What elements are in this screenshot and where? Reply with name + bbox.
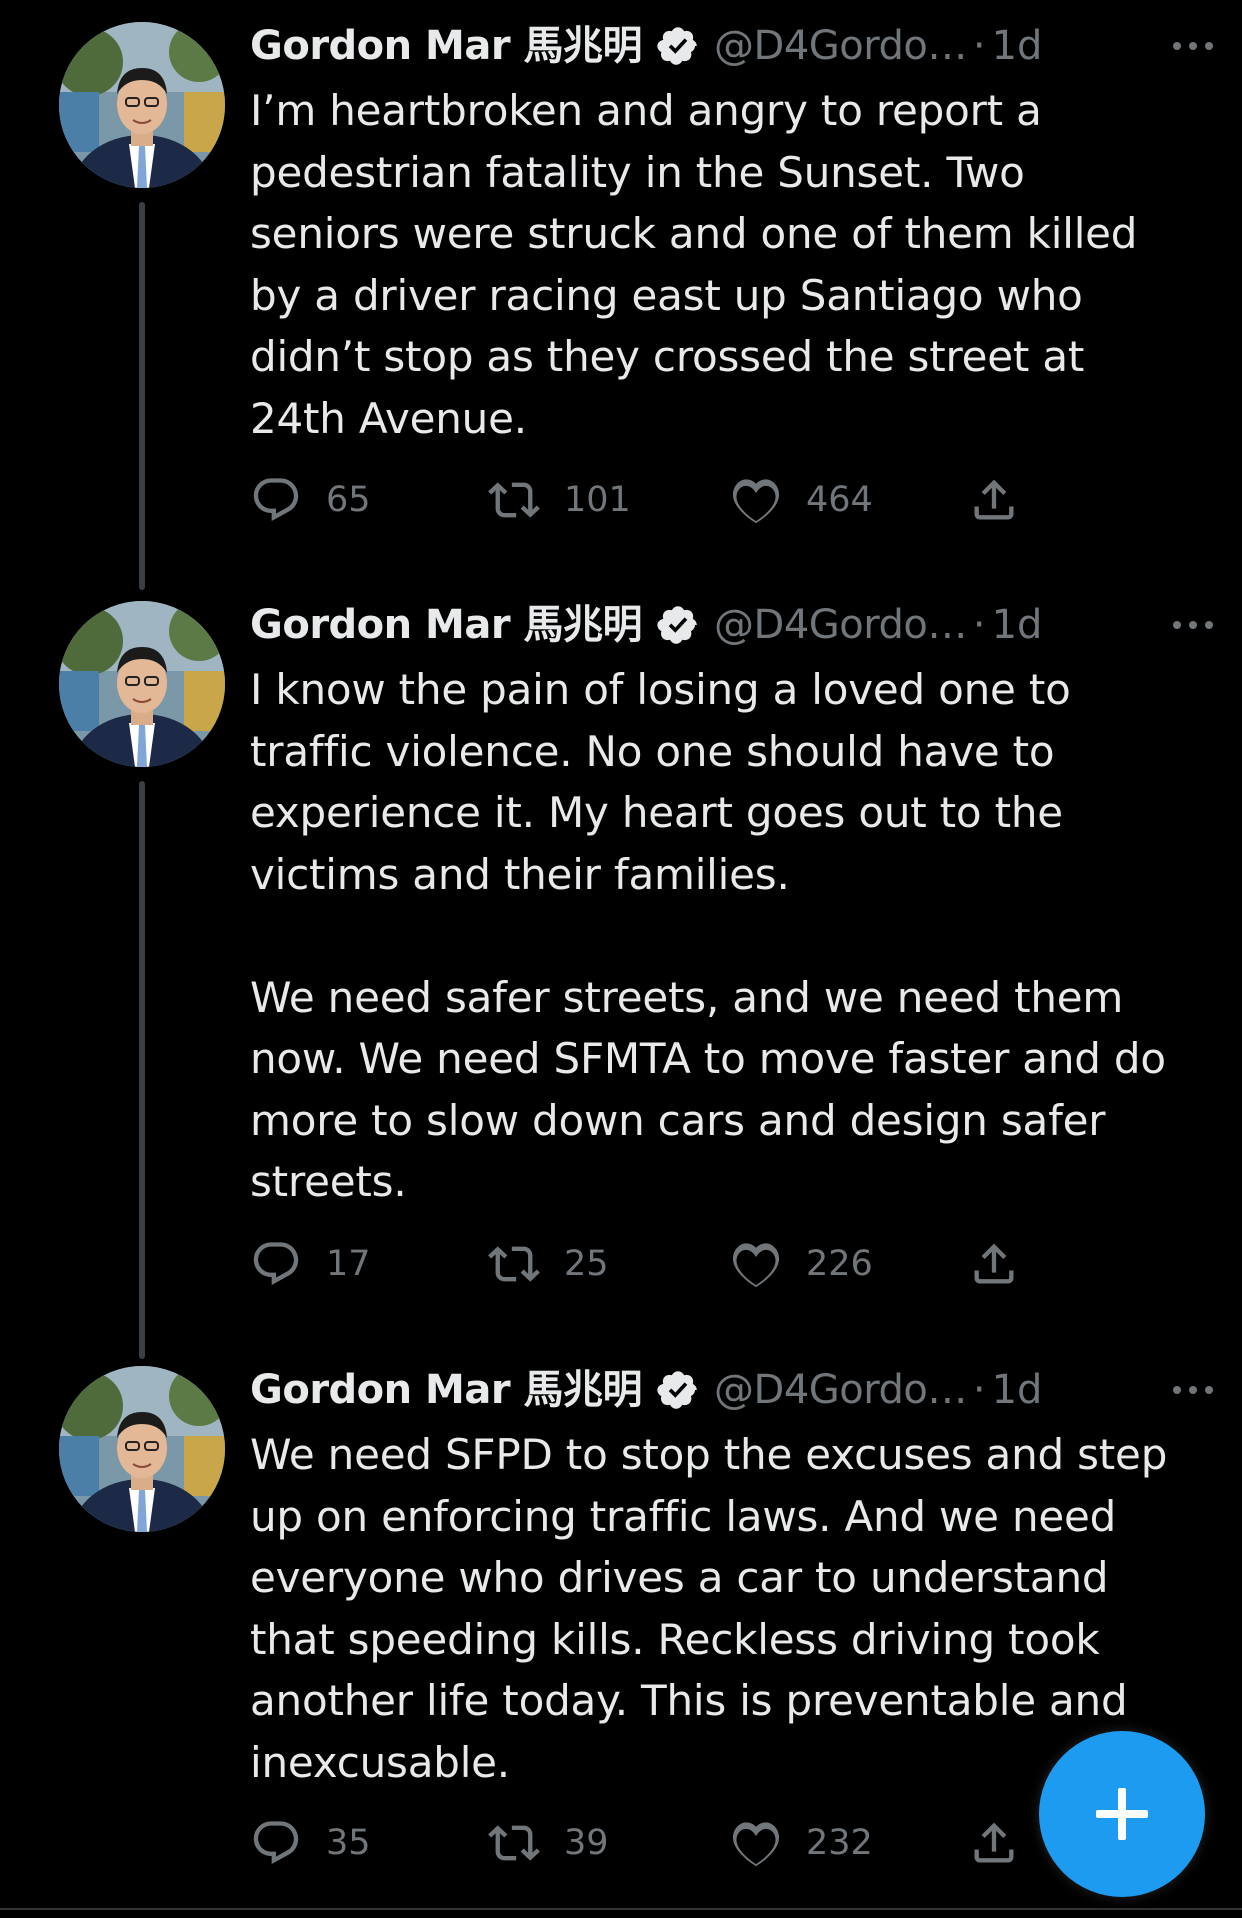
tweet-header: Gordon Mar 馬兆明 @D4Gordo… · 1d	[250, 16, 1222, 76]
reply-count: 65	[326, 480, 371, 520]
like-button[interactable]: 464	[730, 470, 873, 530]
like-count: 232	[806, 1823, 873, 1863]
tweet-actions: 65 101 464	[250, 470, 1070, 530]
reply-bubble-icon	[253, 478, 299, 522]
tweet-timestamp[interactable]: 1d	[992, 16, 1043, 76]
more-dots-icon[interactable]	[1168, 595, 1218, 655]
author-name[interactable]: Gordon Mar 馬兆明	[250, 595, 643, 655]
more-dots-icon[interactable]	[1168, 1360, 1218, 1420]
heart-icon	[732, 1822, 780, 1867]
compose-tweet-button[interactable]	[1039, 1731, 1205, 1897]
tweet-thread: Gordon Mar 馬兆明 @D4Gordo… · 1d I’m heartb…	[0, 0, 1242, 1918]
reply-button[interactable]: 65	[250, 470, 371, 530]
retweet-count: 101	[564, 480, 631, 520]
author-handle[interactable]: @D4Gordo…	[714, 1360, 967, 1420]
plus-icon	[1096, 1788, 1148, 1840]
separator-dot: ·	[972, 23, 986, 69]
separator-dot: ·	[972, 1367, 986, 1413]
share-button[interactable]	[968, 470, 1044, 530]
reply-count: 35	[326, 1823, 371, 1863]
share-upload-icon	[974, 1822, 1014, 1863]
tweet-text: I know the pain of losing a loved one to…	[250, 665, 1166, 1206]
like-button[interactable]: 232	[730, 1813, 873, 1873]
share-upload-icon	[974, 479, 1014, 520]
heart-icon	[732, 479, 780, 524]
reply-button[interactable]: 35	[250, 1813, 371, 1873]
reply-count: 17	[326, 1244, 371, 1284]
tweet-timestamp[interactable]: 1d	[992, 595, 1043, 655]
retweet-button[interactable]: 39	[488, 1813, 609, 1873]
author-name[interactable]: Gordon Mar 馬兆明	[250, 1360, 643, 1420]
retweet-button[interactable]: 101	[488, 470, 631, 530]
author-handle[interactable]: @D4Gordo…	[714, 595, 967, 655]
retweet-count: 39	[564, 1823, 609, 1863]
thread-connector	[139, 202, 145, 590]
tweet-header: Gordon Mar 馬兆明 @D4Gordo… · 1d	[250, 1360, 1222, 1420]
more-dots-icon[interactable]	[1168, 16, 1218, 76]
separator-dot: ·	[972, 602, 986, 648]
reply-button[interactable]: 17	[250, 1234, 371, 1294]
retweet-button[interactable]: 25	[488, 1234, 609, 1294]
author-name[interactable]: Gordon Mar 馬兆明	[250, 16, 643, 76]
avatar[interactable]	[59, 1366, 225, 1532]
thread-connector	[139, 781, 145, 1359]
author-handle[interactable]: @D4Gordo…	[714, 16, 967, 76]
like-count: 464	[806, 480, 873, 520]
share-button[interactable]	[968, 1813, 1044, 1873]
tweet-text: We need SFPD to stop the excuses and ste…	[250, 1430, 1181, 1787]
share-button[interactable]	[968, 1234, 1044, 1294]
verified-badge-icon	[656, 1368, 700, 1412]
tweet-timestamp[interactable]: 1d	[992, 1360, 1043, 1420]
reply-bubble-icon	[253, 1242, 299, 1286]
verified-badge-icon	[656, 603, 700, 647]
retweet-arrows-icon	[488, 1825, 540, 1861]
tweet-actions: 17 25 226	[250, 1234, 1070, 1294]
retweet-count: 25	[564, 1244, 609, 1284]
tweet-text: I’m heartbroken and angry to report a pe…	[250, 86, 1151, 443]
divider	[0, 1908, 1242, 1910]
tweet-actions: 35 39 232	[250, 1813, 1070, 1873]
verified-badge-icon	[656, 24, 700, 68]
reply-bubble-icon	[253, 1821, 299, 1865]
tweet-header: Gordon Mar 馬兆明 @D4Gordo… · 1d	[250, 595, 1222, 655]
heart-icon	[732, 1243, 780, 1288]
retweet-arrows-icon	[488, 482, 540, 518]
like-count: 226	[806, 1244, 873, 1284]
share-upload-icon	[974, 1243, 1014, 1284]
retweet-arrows-icon	[488, 1246, 540, 1282]
avatar[interactable]	[59, 22, 225, 188]
like-button[interactable]: 226	[730, 1234, 873, 1294]
avatar[interactable]	[59, 601, 225, 767]
